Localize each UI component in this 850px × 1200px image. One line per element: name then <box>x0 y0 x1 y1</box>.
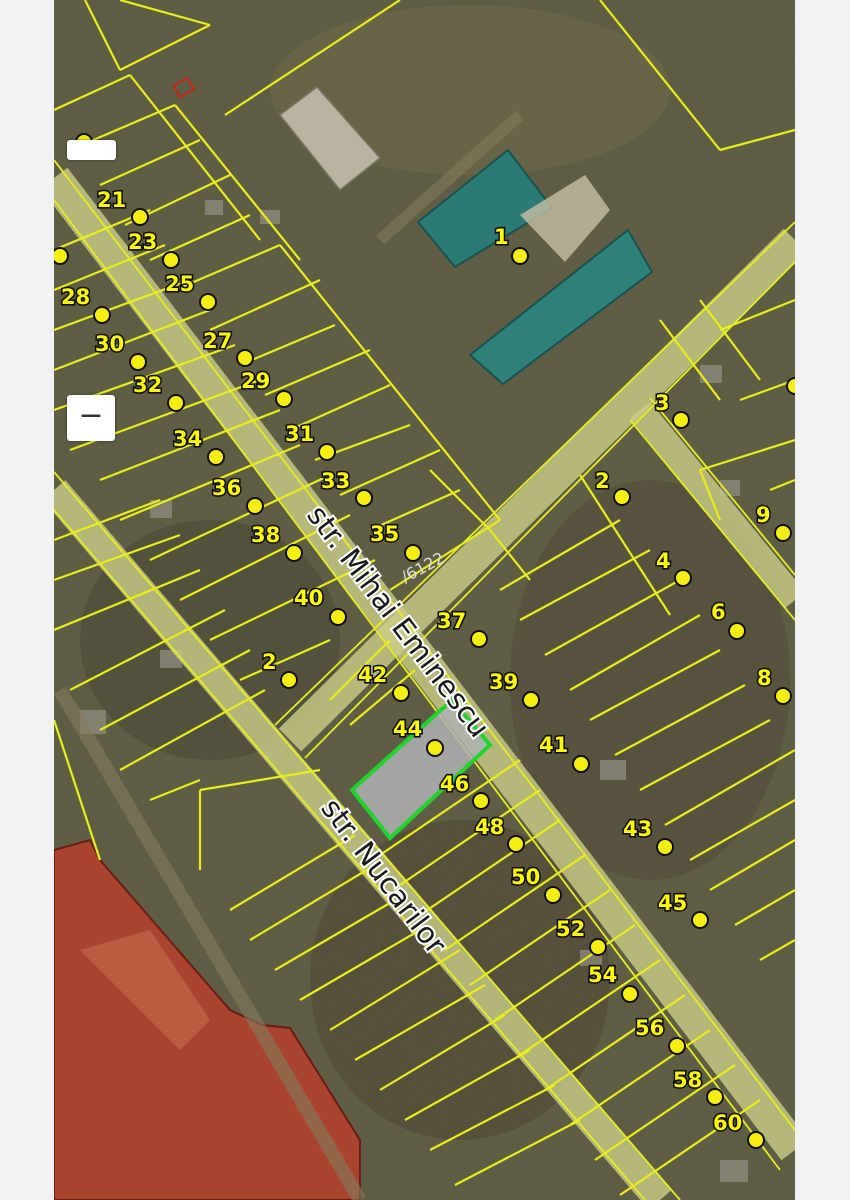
house-number: 27 <box>203 329 232 353</box>
address-point[interactable] <box>507 835 525 853</box>
address-point[interactable] <box>426 739 444 757</box>
address-point[interactable] <box>522 691 540 709</box>
house-number: 41 <box>539 733 568 757</box>
house-number: 21 <box>97 188 126 212</box>
address-point[interactable] <box>131 208 149 226</box>
house-number: 52 <box>556 917 585 941</box>
house-number: 30 <box>95 332 124 356</box>
address-point[interactable] <box>162 251 180 269</box>
house-number: 43 <box>623 817 652 841</box>
address-point[interactable] <box>329 608 347 626</box>
house-number: 6 <box>711 600 726 624</box>
address-point[interactable] <box>392 684 410 702</box>
address-point[interactable] <box>199 293 217 311</box>
address-point[interactable] <box>691 911 709 929</box>
house-number: 58 <box>673 1068 702 1092</box>
house-number: 37 <box>437 609 466 633</box>
house-number: 56 <box>635 1016 664 1040</box>
house-number: 25 <box>165 272 194 296</box>
house-number: 28 <box>61 285 90 309</box>
house-number: 2 <box>262 650 277 674</box>
address-point[interactable] <box>668 1037 686 1055</box>
address-point[interactable] <box>167 394 185 412</box>
address-point[interactable] <box>774 687 792 705</box>
house-number: 36 <box>212 476 241 500</box>
house-number: 42 <box>358 663 387 687</box>
map-viewport[interactable]: /6122 str. Mihai Eminescu str. Nucarilor <box>54 0 795 1200</box>
address-point[interactable] <box>318 443 336 461</box>
address-point[interactable] <box>589 938 607 956</box>
address-point[interactable] <box>786 377 795 395</box>
house-number: 35 <box>370 522 399 546</box>
house-number: 23 <box>128 230 157 254</box>
address-point[interactable] <box>404 544 422 562</box>
map-app: /6122 str. Mihai Eminescu str. Nucarilor <box>0 0 850 1200</box>
house-number: 54 <box>588 963 617 987</box>
house-number: 33 <box>321 469 350 493</box>
house-number: 34 <box>173 427 202 451</box>
house-number: 1 <box>494 225 509 249</box>
address-point[interactable] <box>621 985 639 1003</box>
house-number: 31 <box>285 422 314 446</box>
house-number: 39 <box>489 670 518 694</box>
address-point[interactable] <box>774 524 792 542</box>
address-point[interactable] <box>747 1131 765 1149</box>
address-point[interactable] <box>472 792 490 810</box>
house-number: 29 <box>241 369 270 393</box>
house-number: 46 <box>440 772 469 796</box>
address-point[interactable] <box>280 671 298 689</box>
address-point[interactable] <box>207 448 225 466</box>
address-point[interactable] <box>613 488 631 506</box>
address-point[interactable] <box>246 497 264 515</box>
address-point[interactable] <box>656 838 674 856</box>
address-point[interactable] <box>129 353 147 371</box>
house-number: 2 <box>595 469 610 493</box>
minus-icon: − <box>78 398 104 433</box>
house-number: 4 <box>656 549 671 573</box>
address-point[interactable] <box>355 489 373 507</box>
address-point[interactable] <box>93 306 111 324</box>
house-number: 8 <box>757 666 772 690</box>
address-point[interactable] <box>544 886 562 904</box>
cadastral-map[interactable]: /6122 str. Mihai Eminescu str. Nucarilor <box>54 0 795 1200</box>
address-point[interactable] <box>470 630 488 648</box>
address-point[interactable] <box>275 390 293 408</box>
house-number: 9 <box>756 503 771 527</box>
address-point[interactable] <box>672 411 690 429</box>
house-number: 3 <box>655 391 670 415</box>
address-point[interactable] <box>285 544 303 562</box>
address-point[interactable] <box>511 247 529 265</box>
house-number: 60 <box>713 1111 742 1135</box>
address-point[interactable] <box>54 247 69 265</box>
house-number: 40 <box>294 586 323 610</box>
house-number: 48 <box>475 815 504 839</box>
house-number: 50 <box>511 865 540 889</box>
address-point[interactable] <box>674 569 692 587</box>
house-number: 45 <box>658 891 687 915</box>
house-number: 44 <box>393 717 422 741</box>
address-point[interactable] <box>572 755 590 773</box>
address-point[interactable] <box>236 349 254 367</box>
address-point[interactable] <box>706 1088 724 1106</box>
zoom-out-button[interactable]: − <box>67 395 115 441</box>
zoom-in-button[interactable] <box>67 140 116 160</box>
house-number: 32 <box>133 373 162 397</box>
house-number: 38 <box>251 523 280 547</box>
address-point[interactable] <box>728 622 746 640</box>
